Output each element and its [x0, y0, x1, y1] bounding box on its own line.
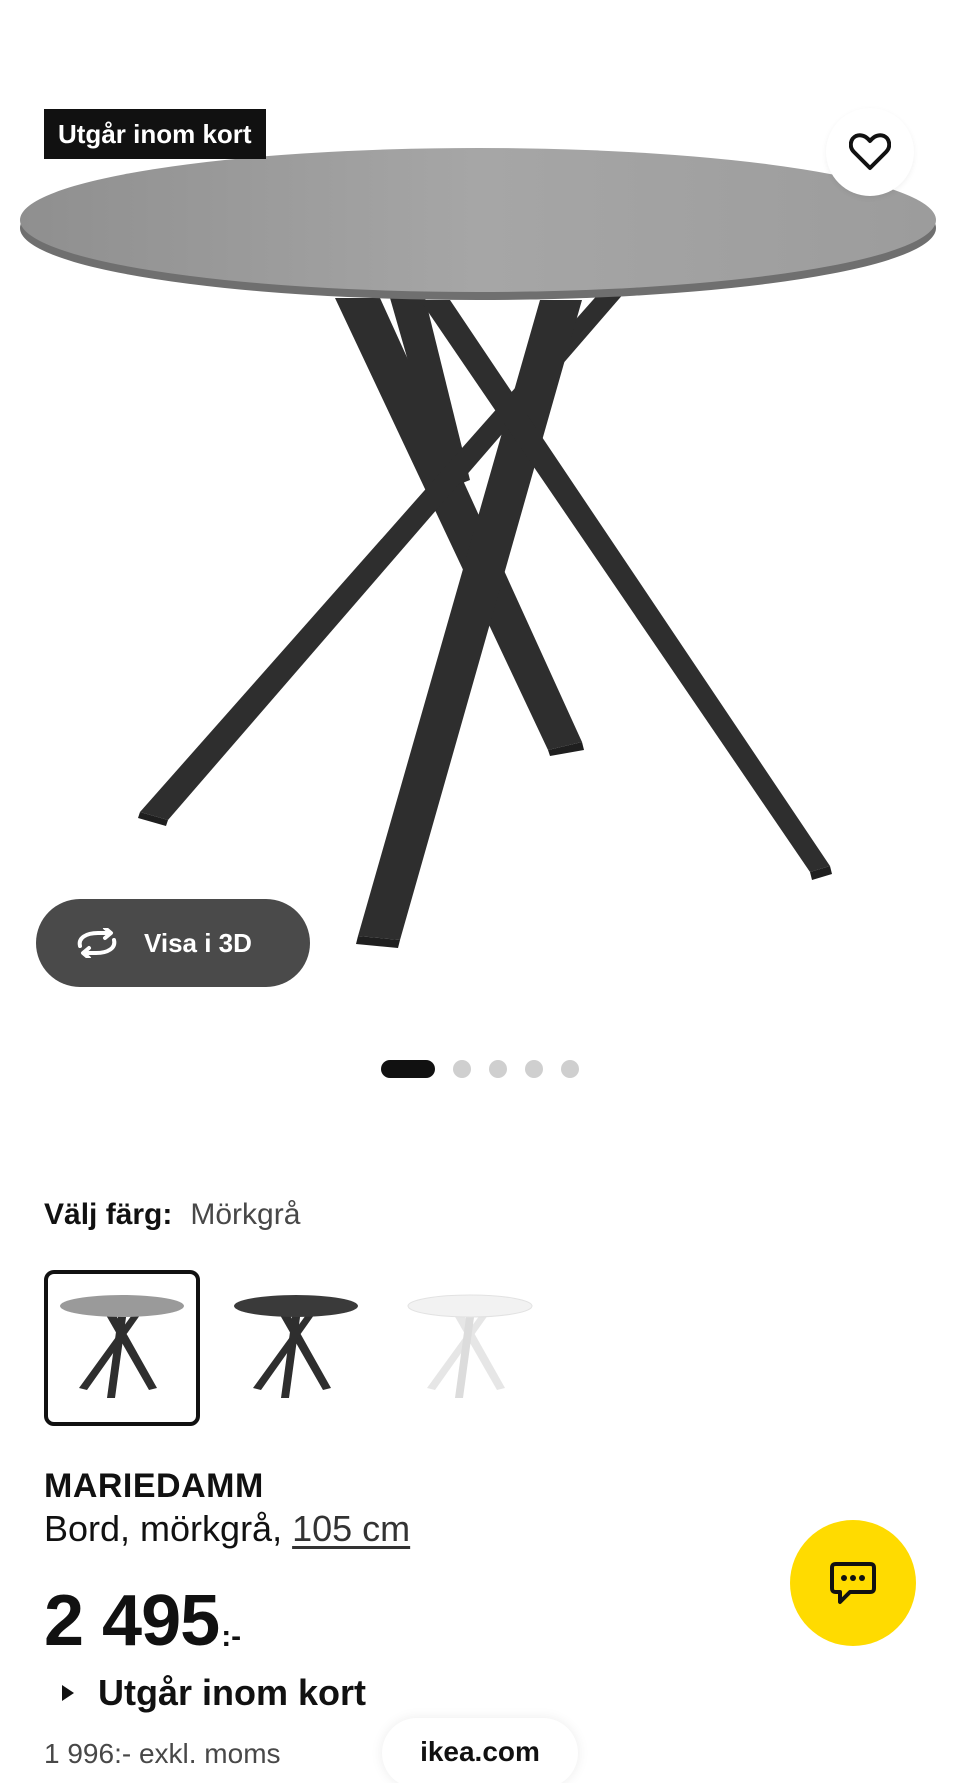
caret-right-icon: [62, 1685, 74, 1701]
color-selector-label: Välj färg: Mörkgrå: [44, 1198, 300, 1232]
carousel-dot[interactable]: [381, 1060, 435, 1078]
carousel-dot[interactable]: [489, 1060, 507, 1078]
carousel-dot[interactable]: [453, 1060, 471, 1078]
chat-icon: [830, 1562, 876, 1604]
swatch-black[interactable]: [218, 1270, 374, 1426]
product-price: 2 495 :-: [44, 1585, 241, 1657]
product-page: Utgår inom kort Visa i 3D Välj färg: Mör…: [0, 0, 960, 1783]
carousel-dot[interactable]: [525, 1060, 543, 1078]
choose-color-label: Välj färg:: [44, 1198, 173, 1231]
swatch-image: [60, 1295, 184, 1398]
product-image-area[interactable]: Utgår inom kort Visa i 3D: [0, 0, 960, 1078]
price-excl-vat: 1 996:- exkl. moms: [44, 1738, 281, 1769]
browser-url-bar[interactable]: ikea.com: [382, 1718, 578, 1783]
price-amount: 2 495: [44, 1581, 220, 1661]
chat-button[interactable]: [790, 1520, 916, 1646]
heart-icon: [849, 133, 891, 170]
swatch-image: [407, 1294, 533, 1398]
rotate-icon: [77, 928, 117, 958]
availability-status[interactable]: Utgår inom kort: [62, 1672, 366, 1714]
product-description: Bord, mörkgrå, 105 cm: [44, 1508, 410, 1550]
swatch-white[interactable]: [392, 1270, 548, 1426]
carousel-indicator[interactable]: [381, 1060, 579, 1078]
product-size-link[interactable]: 105 cm: [292, 1508, 410, 1549]
swatch-dark-grey[interactable]: [44, 1270, 200, 1426]
favourite-button[interactable]: [826, 108, 914, 196]
outgoing-badge: Utgår inom kort: [44, 109, 266, 159]
selected-color-value: Mörkgrå: [190, 1198, 301, 1231]
product-name: MARIEDAMM: [44, 1467, 264, 1505]
swatch-image: [234, 1295, 358, 1398]
product-type-text: Bord, mörkgrå,: [44, 1508, 293, 1549]
availability-text: Utgår inom kort: [98, 1672, 367, 1713]
carousel-dot[interactable]: [561, 1060, 579, 1078]
view-3d-button[interactable]: Visa i 3D: [36, 899, 310, 987]
price-suffix: :-: [221, 1620, 242, 1653]
color-swatches: [44, 1270, 548, 1426]
view-3d-label: Visa i 3D: [144, 927, 252, 958]
